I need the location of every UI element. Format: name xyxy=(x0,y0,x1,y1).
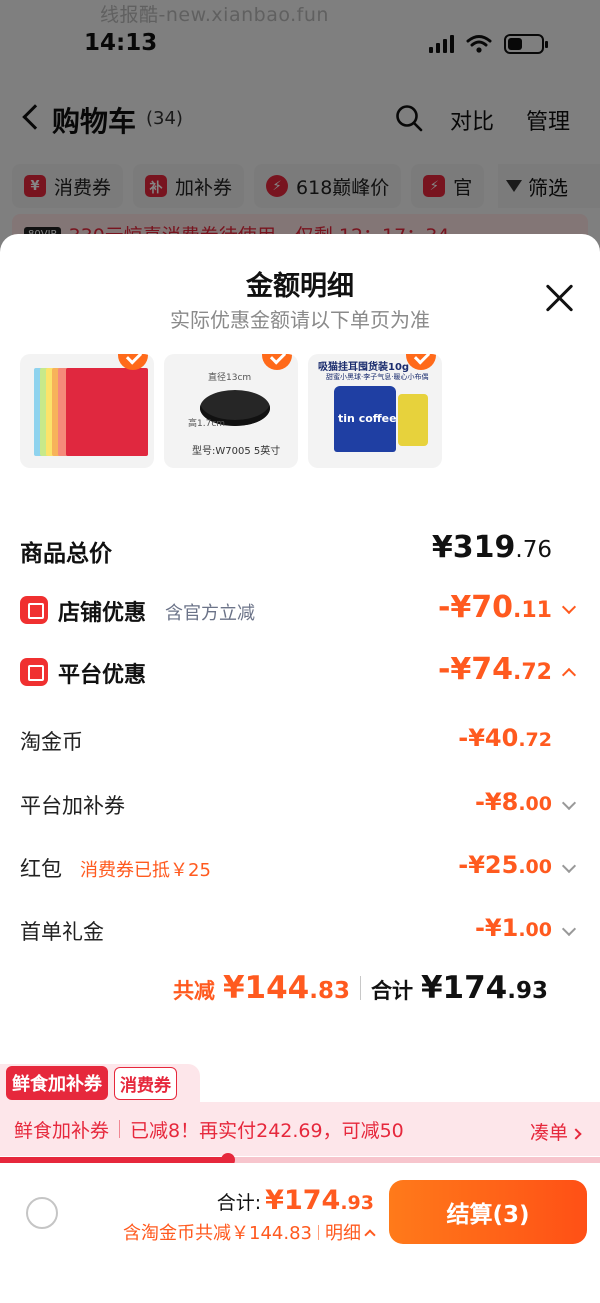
red-packet-row[interactable]: 红包 消费券已抵￥25 -¥25.00 xyxy=(20,849,580,889)
chevron-up-icon xyxy=(364,1228,376,1241)
item-amount: -¥40.72 xyxy=(458,724,552,752)
product-thumbnails: 直径13cm 高1.7cm 型号:W7005 5英寸 吸猫挂耳囤货装10g 甜蜜… xyxy=(20,354,442,468)
coffee-bag-image: tin coffee xyxy=(334,386,397,452)
close-icon[interactable] xyxy=(543,282,575,314)
coffee-headline: 吸猫挂耳囤货装10g xyxy=(318,362,410,373)
first-order-gift-row[interactable]: 首单礼金 -¥1.00 xyxy=(20,912,580,952)
chevron-up-icon xyxy=(561,667,577,683)
product-thumb-coffee: 吸猫挂耳囤货装10g 甜蜜小黑球·李子气息·暖心小布偶 tin coffee xyxy=(308,354,442,468)
chevron-down-icon xyxy=(561,795,577,811)
coupon-tabs: 鲜食加补券 消费券 xyxy=(0,1064,200,1102)
chevron-right-icon xyxy=(570,1127,582,1140)
tab-consumer-coupon[interactable]: 消费券 xyxy=(114,1066,177,1100)
store-discount-row[interactable]: 店铺优惠 含官方立减 -¥70.11 xyxy=(20,590,580,634)
coffee-box-image xyxy=(398,394,428,446)
modal-backdrop[interactable] xyxy=(0,0,600,260)
totals-summary: 共减 ¥144.83 合计 ¥174.93 xyxy=(173,970,548,1006)
coupon-bar-title: 鲜食加补券 xyxy=(14,1119,110,1142)
select-all-checkbox[interactable] xyxy=(26,1197,58,1229)
divider xyxy=(119,1120,121,1138)
coupon-bar-text: 已减8！再实付242.69，可减50 xyxy=(130,1119,404,1142)
platform-discount-amount: -¥74.72 xyxy=(437,652,552,687)
checkout-total-amount: ¥174.93 xyxy=(265,1185,374,1216)
coupon-progress-bar: 鲜食加补券 已减8！再实付242.69，可减50 凑单 xyxy=(0,1102,600,1156)
grand-total-label: 合计 xyxy=(370,979,413,1003)
pan-model-label: 型号:W7005 5英寸 xyxy=(192,446,281,457)
saved-label: 共减 xyxy=(172,979,215,1003)
add-items-button[interactable]: 凑单 xyxy=(530,1118,582,1145)
item-label: 平台加补券 xyxy=(20,794,125,818)
store-discount-label: 店铺优惠 xyxy=(58,601,147,626)
item-note: 消费券已抵￥25 xyxy=(80,860,211,881)
chevron-down-icon xyxy=(561,599,577,615)
saved-amount: ¥144.83 xyxy=(222,970,350,1006)
checkout-total: 合计: ¥174.93 xyxy=(217,1185,374,1216)
pan-diameter-label: 直径13cm xyxy=(208,373,252,383)
tab-fresh-food-subsidy[interactable]: 鲜食加补券 xyxy=(6,1066,108,1100)
coffee-subline: 甜蜜小黑球·李子气息·暖心小布偶 xyxy=(326,373,429,381)
store-discount-amount: -¥70.11 xyxy=(437,590,552,625)
item-amount: -¥1.00 xyxy=(474,914,552,942)
item-label: 首单礼金 xyxy=(20,920,104,944)
store-discount-note: 含官方立减 xyxy=(165,603,255,624)
sheet-subtitle: 实际优惠金额请以下单页为准 xyxy=(170,308,430,332)
total-price-label: 商品总价 xyxy=(20,541,112,567)
item-label: 红包 xyxy=(20,857,62,881)
platform-subsidy-row[interactable]: 平台加补券 -¥8.00 xyxy=(20,786,580,826)
selected-check-icon xyxy=(406,354,436,370)
checkout-detail-text: 含淘金币共减￥144.83 xyxy=(123,1223,312,1244)
checkout-detail-link[interactable]: 含淘金币共减￥144.83 明细 xyxy=(123,1219,376,1245)
product-thumb-pan: 直径13cm 高1.7cm 型号:W7005 5英寸 xyxy=(164,354,298,468)
checkout-total-label: 合计: xyxy=(216,1192,262,1214)
item-amount: -¥8.00 xyxy=(474,788,552,816)
selected-check-icon xyxy=(262,354,292,370)
pan-height-label: 高1.7cm xyxy=(188,419,226,429)
taojinbi-row: 淘金币 -¥40.72 xyxy=(20,722,580,762)
total-price-amount: ¥319.76 xyxy=(431,530,552,565)
coffee-bag-text: tin coffee xyxy=(338,412,397,425)
grand-total-amount: ¥174.93 xyxy=(420,970,548,1006)
checkout-bar: 合计: ¥174.93 含淘金币共减￥144.83 明细 结算(3) xyxy=(0,1163,600,1303)
platform-discount-row[interactable]: 平台优惠 -¥74.72 xyxy=(20,652,580,696)
product-thumb-paper xyxy=(20,354,154,468)
item-label: 淘金币 xyxy=(20,730,83,754)
checkout-detail-label: 明细 xyxy=(325,1223,361,1244)
divider xyxy=(359,976,361,1000)
platform-coupon-icon xyxy=(20,658,48,686)
store-icon xyxy=(20,596,48,624)
chevron-down-icon xyxy=(561,921,577,937)
total-price-row: 商品总价 ¥319.76 xyxy=(20,530,580,570)
platform-discount-label: 平台优惠 xyxy=(58,663,147,688)
divider xyxy=(318,1224,319,1240)
sheet-title: 金额明细 xyxy=(246,271,354,302)
checkout-button[interactable]: 结算(3) xyxy=(389,1180,587,1244)
item-amount: -¥25.00 xyxy=(458,851,552,879)
chevron-down-icon xyxy=(561,858,577,874)
